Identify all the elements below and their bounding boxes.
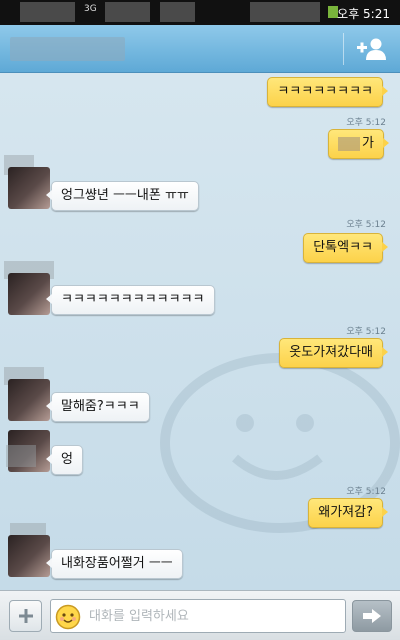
avatar[interactable] [8,273,50,315]
status-icons-blur [20,2,75,22]
message-bubble-incoming[interactable]: 말해줌?ㅋㅋㅋ [46,392,150,422]
avatar[interactable] [8,167,50,209]
status-icons-blur [250,2,320,22]
add-person-icon [357,38,386,60]
message-bubble-outgoing[interactable]: ㅋㅋㅋㅋㅋㅋㅋㅋ [267,77,388,107]
add-friend-button[interactable] [344,25,400,73]
message-bubble-incoming[interactable]: 엉 [46,445,83,475]
plus-icon [18,609,33,623]
message-bubble-incoming[interactable]: ㅋㅋㅋㅋㅋㅋㅋㅋㅋㅋㅋㅋ [46,285,215,315]
emoticon-icon[interactable] [55,604,81,630]
avatar[interactable] [8,535,50,577]
chat-area[interactable]: ㅋㅋㅋㅋㅋㅋㅋㅋ 오후 5:12 가 엉그썅년 ㅡㅡ내폰 ㅠㅠ 오후 5:12 … [0,73,400,590]
status-icons-blur [105,2,150,22]
attach-button[interactable] [9,600,42,632]
avatar[interactable] [8,379,50,421]
chat-header [0,25,400,73]
message-bubble-outgoing[interactable]: 가 [328,129,389,159]
message-bubble-incoming[interactable]: 엉그썅년 ㅡㅡ내폰 ㅠㅠ [46,181,199,211]
message-text: 가 [362,136,374,151]
message-bubble-incoming[interactable]: 내화장품어쩔거 ㅡㅡ [46,549,183,579]
redacted-text-blur [338,136,361,151]
message-time: 오후 5:12 [346,327,386,337]
message-input-box[interactable] [50,599,346,633]
status-icons-blur [160,2,195,22]
chat-title [10,37,125,61]
sender-name-blur [6,445,36,467]
message-time: 오후 5:12 [346,220,386,230]
message-bubble-outgoing[interactable]: 단톡엑ㅋㅋ [303,233,388,263]
message-time: 오후 5:12 [346,487,386,497]
message-bubble-outgoing[interactable]: 옷도가져갔다매 [279,338,388,368]
message-time: 오후 5:12 [346,118,386,128]
network-type: 3G [84,4,97,14]
message-composer [0,590,400,640]
arrow-right-icon [363,609,381,623]
status-bar: 3G 오후 5:21 [0,0,400,25]
send-button[interactable] [352,600,392,632]
status-time: 오후 5:21 [337,7,390,21]
message-input[interactable] [89,604,339,628]
message-bubble-outgoing[interactable]: 왜가져감? [308,498,388,528]
